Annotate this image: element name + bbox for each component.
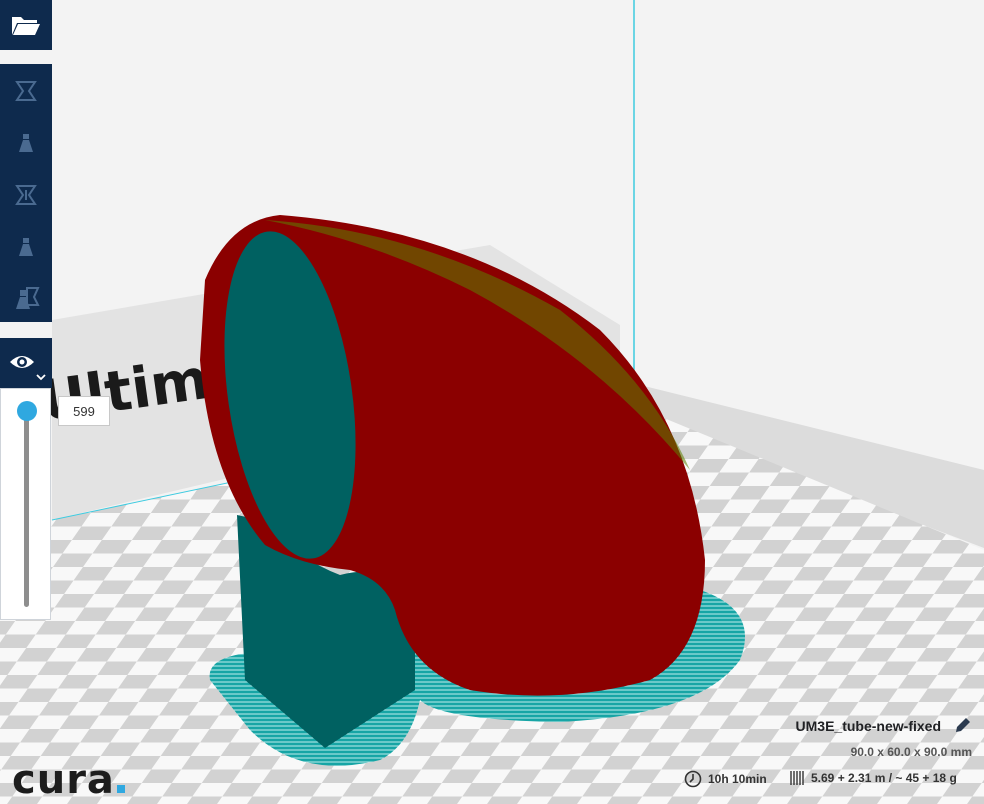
logo-text: cura — [12, 757, 115, 803]
view-mode-button[interactable] — [0, 338, 52, 388]
mirror-tool[interactable] — [0, 222, 52, 272]
material-usage-group: 5.69 + 2.31 m / ~ 45 + 18 g — [789, 770, 957, 786]
mirror-icon — [19, 238, 33, 256]
edit-job-name-button[interactable] — [954, 716, 972, 739]
print-time-group: 10h 10min — [684, 770, 767, 788]
model-dimensions: 90.0 x 60.0 x 90.0 mm — [850, 745, 972, 759]
per-model-settings-icon — [16, 287, 40, 309]
folder-open-icon — [12, 17, 40, 35]
layer-slider-handle[interactable] — [17, 401, 37, 421]
layer-slider-track[interactable] — [24, 407, 29, 607]
per-model-settings-tool[interactable] — [0, 274, 52, 324]
scale-tool[interactable] — [0, 118, 52, 168]
job-name: UM3E_tube-new-fixed — [795, 718, 941, 734]
open-file-button[interactable] — [0, 0, 52, 50]
print-time: 10h 10min — [708, 772, 767, 786]
material-usage: 5.69 + 2.31 m / ~ 45 + 18 g — [811, 771, 957, 785]
clock-icon — [684, 770, 702, 788]
filament-icon — [790, 771, 804, 785]
current-layer-input[interactable]: 599 — [58, 396, 110, 426]
view-mode-icon — [10, 356, 46, 381]
layer-view-panel — [0, 388, 51, 620]
rotate-icon — [15, 185, 37, 205]
logo-dot — [116, 785, 125, 793]
cura-logo: cura — [12, 760, 125, 800]
tools-toolbar — [0, 64, 52, 322]
rotate-tool[interactable] — [0, 170, 52, 220]
scale-icon — [19, 134, 33, 152]
pencil-icon — [956, 718, 970, 732]
3d-viewport[interactable]: Ultim — [0, 0, 984, 804]
move-tool[interactable] — [0, 66, 52, 116]
move-icon — [15, 81, 37, 101]
